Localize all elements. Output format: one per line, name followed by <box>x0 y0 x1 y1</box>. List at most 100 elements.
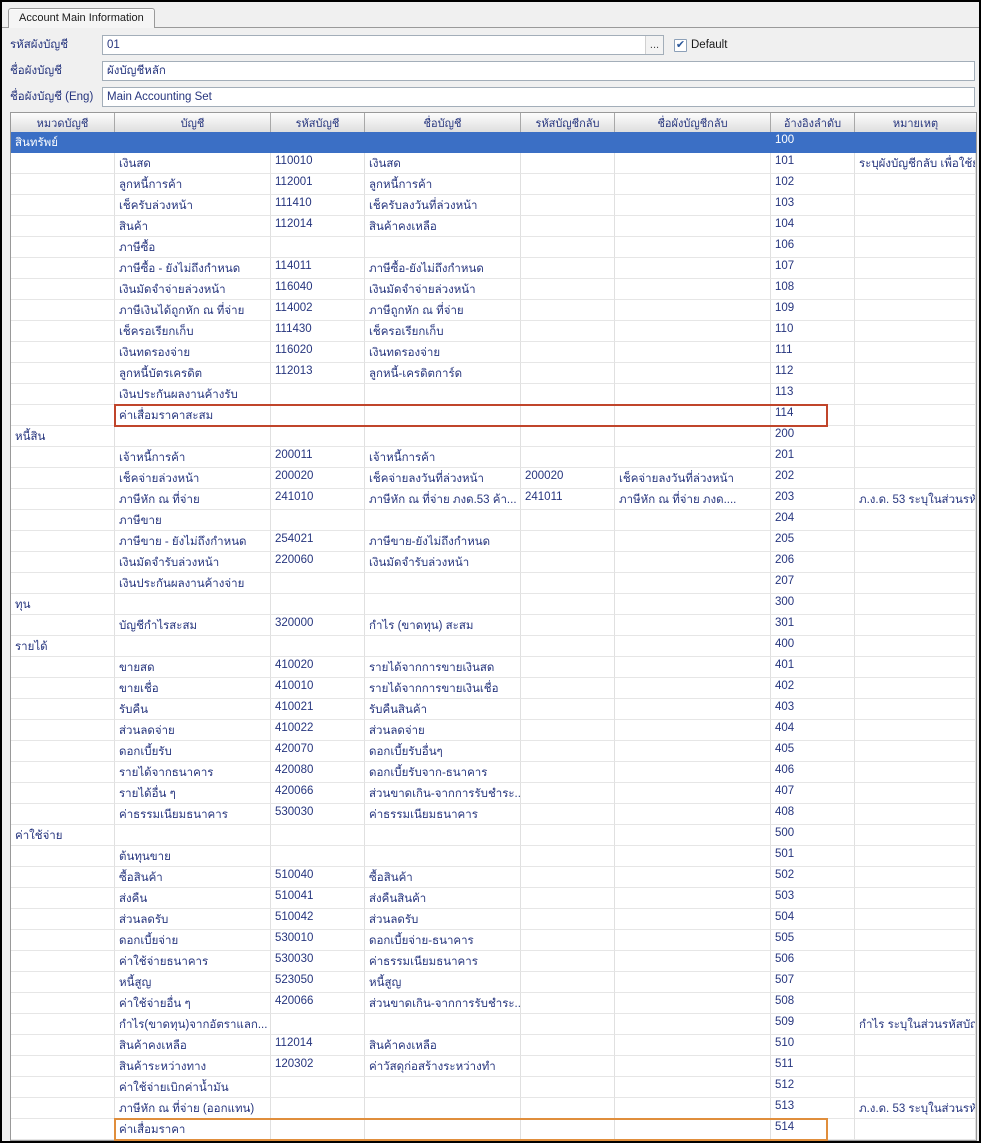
table-row[interactable]: สินค้า112014สินค้าคงเหลือ104 <box>11 216 976 237</box>
table-row[interactable]: เงินมัดจำจ่ายล่วงหน้า116040เงินมัดจำจ่าย… <box>11 279 976 300</box>
table-row[interactable]: รายได้อื่น ๆ420066ส่วนขาดเกิน-จากการรับช… <box>11 783 976 804</box>
table-row[interactable]: รายได้จากธนาคาร420080ดอกเบี้ยรับจาก-ธนาค… <box>11 762 976 783</box>
table-row[interactable]: ลูกหนี้บัตรเครดิต112013ลูกหนี้-เครดิตการ… <box>11 363 976 384</box>
cell: 254021 <box>271 531 365 552</box>
table-row[interactable]: ดอกเบี้ยรับ420070ดอกเบี้ยรับอื่นๆ405 <box>11 741 976 762</box>
table-row[interactable]: ค่าใช้จ่ายธนาคาร530030ค่าธรรมเนียมธนาคาร… <box>11 951 976 972</box>
table-row[interactable]: ส่งคืน510041ส่งคืนสินค้า503 <box>11 888 976 909</box>
table-row[interactable]: ภาษีหัก ณ ที่จ่าย (ออกแทน)513ภ.ง.ด. 53 ร… <box>11 1098 976 1119</box>
table-row[interactable]: หนี้สิน200 <box>11 426 976 447</box>
grid-body: สินทรัพย์100เงินสด110010เงินสด101ระบุผัง… <box>11 132 976 1140</box>
column-header-3[interactable]: ชื่อบัญชี <box>365 113 521 132</box>
table-row[interactable]: ส่วนลดจ่าย410022ส่วนลดจ่าย404 <box>11 720 976 741</box>
cell <box>365 132 521 153</box>
table-row[interactable]: ภาษีขาย - ยังไม่ถึงกำหนด254021ภาษีขาย-ยั… <box>11 531 976 552</box>
table-row[interactable]: เช็คจ่ายล่วงหน้า200020เช็คจ่ายลงวันที่ล่… <box>11 468 976 489</box>
cell: 510041 <box>271 888 365 909</box>
table-row-selected[interactable]: สินทรัพย์100 <box>11 132 976 153</box>
default-checkbox[interactable]: ✔ <box>674 39 687 52</box>
cell <box>11 384 115 405</box>
cell <box>855 846 976 867</box>
cell <box>615 531 771 552</box>
check-icon: ✔ <box>676 40 685 51</box>
account-set-name-label: ชื่อผังบัญชี <box>10 62 102 80</box>
tab-label: Account Main Information <box>19 12 144 24</box>
table-row[interactable]: ทุน300 <box>11 594 976 615</box>
cell: 101 <box>771 153 855 174</box>
column-header-2[interactable]: รหัสบัญชี <box>271 113 365 132</box>
cell <box>11 510 115 531</box>
table-row[interactable]: ค่าใช้จ่ายเบิกค่าน้ำมัน512 <box>11 1077 976 1098</box>
column-header-0[interactable]: หมวดบัญชี <box>11 113 115 132</box>
table-row[interactable]: ค่าใช้จ่ายอื่น ๆ420066ส่วนขาดเกิน-จากการ… <box>11 993 976 1014</box>
table-row[interactable]: รายได้400 <box>11 636 976 657</box>
table-row[interactable]: ขายเชื่อ410010รายได้จากการขายเงินเชื่อ40… <box>11 678 976 699</box>
cell: เช็ครับล่วงหน้า <box>115 195 271 216</box>
table-row[interactable]: ภาษีเงินได้ถูกหัก ณ ที่จ่าย114002ภาษีถูก… <box>11 300 976 321</box>
cell: เจ้าหนี้การค้า <box>115 447 271 468</box>
column-header-1[interactable]: บัญชี <box>115 113 271 132</box>
table-row[interactable]: สินค้าระหว่างทาง120302ค่าวัสดุก่อสร้างระ… <box>11 1056 976 1077</box>
cell <box>521 510 615 531</box>
table-row[interactable]: ต้นทุนขาย501 <box>11 846 976 867</box>
table-row[interactable]: ค่าเสื่อมราคาสะสม114 <box>11 405 976 426</box>
table-row[interactable]: เช็ครอเรียกเก็บ111430เช็ครอเรียกเก็บ110 <box>11 321 976 342</box>
browse-ellipsis-button[interactable]: ... <box>645 36 663 54</box>
table-row[interactable]: ลูกหนี้การค้า112001ลูกหนี้การค้า102 <box>11 174 976 195</box>
table-row[interactable]: ภาษีซื้อ106 <box>11 237 976 258</box>
table-row[interactable]: เงินประกันผลงานค้างรับ113 <box>11 384 976 405</box>
cell: 103 <box>771 195 855 216</box>
table-row[interactable]: รับคืน410021รับคืนสินค้า403 <box>11 699 976 720</box>
table-row[interactable]: ค่าเสื่อมราคา514 <box>11 1119 976 1140</box>
table-row[interactable]: ส่วนลดรับ510042ส่วนลดรับ504 <box>11 909 976 930</box>
table-row[interactable]: เงินประกันผลงานค้างจ่าย207 <box>11 573 976 594</box>
cell <box>615 678 771 699</box>
table-row[interactable]: ภาษีหัก ณ ที่จ่าย241010ภาษีหัก ณ ที่จ่าย… <box>11 489 976 510</box>
cell: 500 <box>771 825 855 846</box>
cell <box>521 762 615 783</box>
cell: 408 <box>771 804 855 825</box>
column-header-7[interactable]: หมายเหตุ <box>855 113 976 132</box>
column-header-6[interactable]: อ้างอิงลำดับ <box>771 113 855 132</box>
table-row[interactable]: เงินมัดจำรับล่วงหน้า220060เงินมัดจำรับล่… <box>11 552 976 573</box>
tab-bar: Account Main Information <box>2 2 979 28</box>
cell <box>521 741 615 762</box>
account-set-name-input[interactable] <box>103 62 974 80</box>
cell: 530030 <box>271 951 365 972</box>
table-row[interactable]: ค่าใช้จ่าย500 <box>11 825 976 846</box>
account-set-name-eng-field <box>102 87 975 107</box>
column-header-5[interactable]: ชื่อผังบัญชีกลับ <box>615 113 771 132</box>
table-row[interactable]: ซื้อสินค้า510040ซื้อสินค้า502 <box>11 867 976 888</box>
table-row[interactable]: เจ้าหนี้การค้า200011เจ้าหนี้การค้า201 <box>11 447 976 468</box>
table-row[interactable]: เช็ครับล่วงหน้า111410เช็ครับลงวันที่ล่วง… <box>11 195 976 216</box>
table-row[interactable]: ขายสด410020รายได้จากการขายเงินสด401 <box>11 657 976 678</box>
cell <box>11 1119 115 1140</box>
table-row[interactable]: หนี้สูญ523050หนี้สูญ507 <box>11 972 976 993</box>
cell: 507 <box>771 972 855 993</box>
table-row[interactable]: ภาษีขาย204 <box>11 510 976 531</box>
cell: ภาษีหัก ณ ที่จ่าย ภงด.53 ค้า... <box>365 489 521 510</box>
cell: ดอกเบี้ยรับ <box>115 741 271 762</box>
table-row[interactable]: สินค้าคงเหลือ112014สินค้าคงเหลือ510 <box>11 1035 976 1056</box>
cell: 220060 <box>271 552 365 573</box>
cell: 112014 <box>271 216 365 237</box>
cell <box>855 867 976 888</box>
table-row[interactable]: เงินทดรองจ่าย116020เงินทดรองจ่าย111 <box>11 342 976 363</box>
table-row[interactable]: กำไร(ขาดทุน)จากอัตราแลก...509กำไร ระบุใน… <box>11 1014 976 1035</box>
account-set-code-input[interactable] <box>103 36 645 54</box>
tab-account-main-information[interactable]: Account Main Information <box>8 8 155 28</box>
table-row[interactable]: บัญชีกำไรสะสม320000กำไร (ขาดทุน) สะสม301 <box>11 615 976 636</box>
table-row[interactable]: ดอกเบี้ยจ่าย530010ดอกเบี้ยจ่าย-ธนาคาร505 <box>11 930 976 951</box>
table-row[interactable]: เงินสด110010เงินสด101ระบุผังบัญชีกลับ เพ… <box>11 153 976 174</box>
column-header-4[interactable]: รหัสบัญชีกลับ <box>521 113 615 132</box>
cell <box>521 258 615 279</box>
table-row[interactable]: ภาษีซื้อ - ยังไม่ถึงกำหนด114011ภาษีซื้อ-… <box>11 258 976 279</box>
cell <box>11 216 115 237</box>
cell <box>615 867 771 888</box>
account-set-name-eng-input[interactable] <box>103 88 974 106</box>
cell: ค่าใช้จ่ายอื่น ๆ <box>115 993 271 1014</box>
cell <box>11 1098 115 1119</box>
cell <box>365 1077 521 1098</box>
table-row[interactable]: ค่าธรรมเนียมธนาคาร530030ค่าธรรมเนียมธนาค… <box>11 804 976 825</box>
cell <box>11 951 115 972</box>
